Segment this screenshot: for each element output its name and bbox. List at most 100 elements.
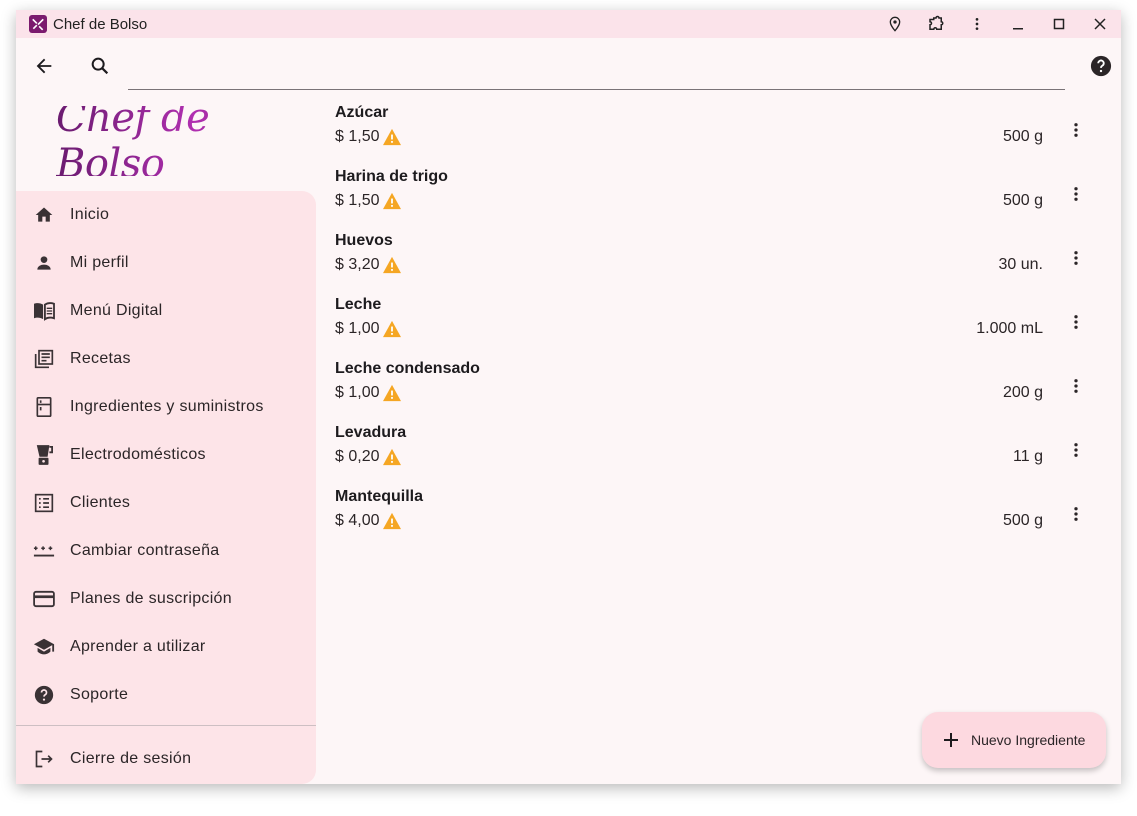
window-title: Chef de Bolso (53, 15, 148, 33)
back-arrow-icon[interactable] (30, 52, 58, 80)
more-vert-icon[interactable] (1064, 246, 1088, 270)
price-text: $ 1,00 (335, 320, 380, 337)
maximize-icon[interactable] (1044, 10, 1074, 38)
ingredient-name: Harina de trigo (335, 168, 448, 185)
ingredient-name: Leche condensado (335, 360, 480, 377)
ingredient-quantity: 500 g (1002, 128, 1043, 145)
ingredient-quantity: 500 g (1002, 192, 1043, 209)
nav-item-menu-digital[interactable]: Menú Digital (16, 287, 316, 335)
ingredient-price: $ 1,00 (335, 384, 402, 402)
nav-label: Recetas (70, 350, 131, 367)
ingredient-price: $ 1,50 (335, 192, 402, 210)
ingredient-name: Huevos (335, 232, 393, 249)
list-item[interactable]: Levadura $ 0,20 11 g (322, 418, 1112, 482)
more-vert-icon[interactable] (1064, 310, 1088, 334)
logout-icon (33, 748, 55, 770)
nav-label: Electrodomésticos (70, 446, 206, 463)
price-text: $ 4,00 (335, 512, 380, 529)
app-logo: Chef de Bolso (56, 95, 286, 187)
warning-icon (382, 256, 402, 274)
nav-label: Menú Digital (70, 302, 163, 319)
fab-label: Nuevo Ingrediente (971, 732, 1086, 748)
nav-item-clientes[interactable]: Clientes (16, 479, 316, 527)
more-vert-icon[interactable] (1064, 182, 1088, 206)
ingredient-name: Levadura (335, 424, 407, 441)
warning-icon (382, 128, 402, 146)
price-text: $ 3,20 (335, 256, 380, 273)
app-icon (29, 15, 47, 33)
ingredient-price: $ 3,20 (335, 256, 402, 274)
nav-item-inicio[interactable]: Inicio (16, 191, 316, 239)
credit-card-icon (33, 588, 55, 610)
list-item[interactable]: Huevos $ 3,20 30 un. (322, 226, 1112, 290)
ingredient-quantity: 30 un. (998, 256, 1043, 273)
password-icon (33, 540, 55, 562)
warning-icon (382, 320, 402, 338)
more-vert-icon[interactable] (1064, 502, 1088, 526)
nav-item-planes[interactable]: Planes de suscripción (16, 575, 316, 623)
ingredient-price: $ 1,00 (335, 320, 402, 338)
more-vert-icon[interactable] (1064, 438, 1088, 462)
nav-label: Mi perfil (70, 254, 129, 271)
nav-item-mi-perfil[interactable]: Mi perfil (16, 239, 316, 287)
nav-label: Inicio (70, 206, 110, 223)
title-bar: Chef de Bolso (16, 10, 1121, 38)
fridge-icon (33, 396, 55, 418)
more-vert-icon[interactable] (962, 10, 992, 38)
ingredient-name: Mantequilla (335, 488, 424, 505)
nav-label: Cierre de sesión (70, 750, 192, 767)
nav-item-aprender[interactable]: Aprender a utilizar (16, 623, 316, 671)
search-icon[interactable] (86, 52, 114, 80)
price-text: $ 1,50 (335, 128, 380, 145)
warning-icon (382, 192, 402, 210)
drawer-divider (16, 725, 316, 726)
warning-icon (382, 512, 402, 530)
menu-book-icon (33, 300, 55, 322)
blender-icon (33, 444, 55, 466)
price-text: $ 1,00 (335, 384, 380, 401)
nav-label: Planes de suscripción (70, 590, 232, 607)
price-text: $ 0,20 (335, 448, 380, 465)
nav-item-soporte[interactable]: Soporte (16, 671, 316, 719)
list-item[interactable]: Azúcar $ 1,50 500 g (322, 98, 1112, 162)
nav-item-electrodomesticos[interactable]: Electrodomésticos (16, 431, 316, 479)
location-pin-icon[interactable] (880, 10, 910, 38)
close-icon[interactable] (1085, 10, 1115, 38)
nav-item-cambiar-contrasena[interactable]: Cambiar contraseña (16, 527, 316, 575)
ingredient-name: Leche (335, 296, 382, 313)
home-icon (33, 204, 55, 226)
list-item[interactable]: Leche condensado $ 1,00 200 g (322, 354, 1112, 418)
price-text: $ 1,50 (335, 192, 380, 209)
nav-item-logout[interactable]: Cierre de sesión (16, 735, 316, 783)
nav-item-ingredientes[interactable]: Ingredientes y suministros (16, 383, 316, 431)
toolbar (16, 38, 1121, 96)
ingredient-name: Azúcar (335, 104, 389, 121)
app-window: Chef de Bolso Chef de Bolso Inicio Mi pe… (16, 10, 1121, 784)
help-icon (33, 684, 55, 706)
list-item[interactable]: Leche $ 1,00 1.000 mL (322, 290, 1112, 354)
minimize-icon[interactable] (1003, 10, 1033, 38)
ingredient-quantity: 11 g (1013, 448, 1043, 465)
search-input[interactable] (128, 50, 1065, 90)
more-vert-icon[interactable] (1064, 374, 1088, 398)
ingredient-price: $ 1,50 (335, 128, 402, 146)
list-item[interactable]: Harina de trigo $ 1,50 500 g (322, 162, 1112, 226)
warning-icon (382, 384, 402, 402)
warning-icon (382, 448, 402, 466)
nav-item-recetas[interactable]: Recetas (16, 335, 316, 383)
nav-label: Ingredientes y suministros (70, 398, 264, 415)
extension-icon[interactable] (921, 10, 951, 38)
nav-label: Soporte (70, 686, 129, 703)
list-icon (33, 492, 55, 514)
list-item[interactable]: Mantequilla $ 4,00 500 g (322, 482, 1112, 546)
help-icon[interactable] (1089, 54, 1113, 78)
ingredient-quantity: 200 g (1002, 384, 1043, 401)
ingredient-price: $ 0,20 (335, 448, 402, 466)
recipes-icon (33, 348, 55, 370)
new-ingredient-button[interactable]: Nuevo Ingrediente (922, 712, 1106, 768)
ingredient-price: $ 4,00 (335, 512, 402, 530)
school-icon (33, 636, 55, 658)
more-vert-icon[interactable] (1064, 118, 1088, 142)
add-icon (940, 729, 962, 751)
ingredient-quantity: 500 g (1002, 512, 1043, 529)
